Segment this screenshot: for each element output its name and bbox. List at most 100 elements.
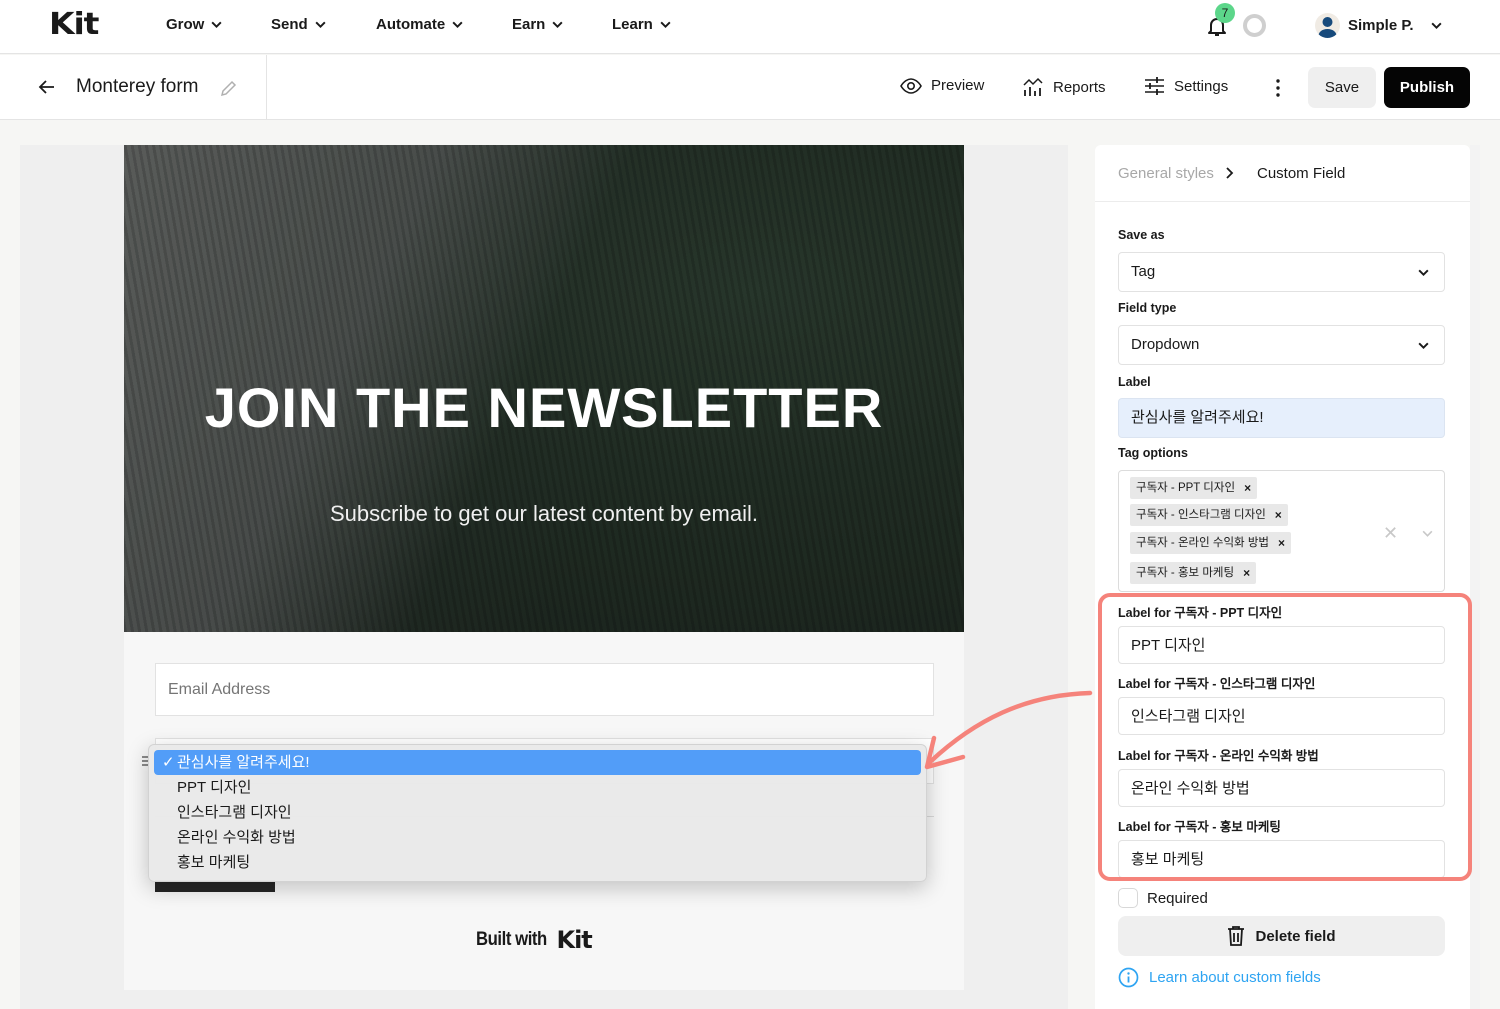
settings-button[interactable]: Settings [1144, 77, 1228, 95]
chevron-down-icon [315, 21, 326, 29]
pencil-icon[interactable] [218, 79, 238, 99]
nav-label: Send [271, 16, 308, 33]
reports-label: Reports [1053, 78, 1106, 96]
option-label-input[interactable]: 인스타그램 디자인 [1118, 697, 1445, 735]
built-with-kit-badge[interactable]: Built with Kit [476, 926, 593, 954]
panel-scrollbar[interactable] [1470, 145, 1480, 1009]
breadcrumb-general-styles[interactable]: General styles [1118, 165, 1214, 182]
field-type-select[interactable]: Dropdown [1118, 325, 1445, 365]
dropdown-option-selected[interactable]: ✓ 관심사를 알려주세요! [154, 750, 921, 775]
built-with-text: Built with [476, 929, 547, 950]
nav-send[interactable]: Send [271, 16, 327, 33]
hero-headline[interactable]: JOIN THE NEWSLETTER [124, 375, 964, 440]
remove-tag-icon[interactable]: × [1275, 504, 1282, 526]
select-value: Tag [1131, 263, 1156, 280]
option-label-input[interactable]: 온라인 수익화 방법 [1118, 769, 1445, 807]
checkmark-icon: ✓ [162, 754, 175, 771]
dropdown-option[interactable]: PPT 디자인 [154, 775, 921, 800]
tag-chip: 구독자 - PPT 디자인 × [1130, 477, 1258, 499]
label-field-label: Label [1118, 375, 1151, 389]
chevron-down-icon [1418, 342, 1429, 350]
tag-chip: 구독자 - 홍보 마케팅 × [1130, 562, 1257, 584]
nav-learn[interactable]: Learn [612, 16, 672, 33]
tag-chip: 구독자 - 온라인 수익화 방법 × [1130, 532, 1292, 554]
chevron-right-icon [1226, 167, 1234, 179]
email-input[interactable] [155, 663, 934, 716]
dropdown-option[interactable]: 온라인 수익화 방법 [154, 825, 921, 850]
reports-chart-icon [1023, 77, 1043, 96]
save-as-select[interactable]: Tag [1118, 252, 1445, 292]
remove-tag-icon[interactable]: × [1244, 477, 1251, 499]
hero-subheadline[interactable]: Subscribe to get our latest content by e… [124, 501, 964, 527]
checkbox[interactable] [1118, 888, 1138, 908]
tag-label: 구독자 - PPT 디자인 [1136, 482, 1236, 494]
remove-tag-icon[interactable]: × [1243, 562, 1250, 584]
option-label-input[interactable]: 홍보 마케팅 [1118, 840, 1445, 878]
nav-label: Learn [612, 16, 653, 33]
nav-earn[interactable]: Earn [512, 16, 564, 33]
avatar [1315, 13, 1340, 38]
required-label: Required [1147, 889, 1208, 907]
nav-label: Earn [512, 16, 546, 33]
kit-logo[interactable]: Kit [49, 10, 99, 40]
option-label-input[interactable]: PPT 디자인 [1118, 626, 1445, 664]
nav-automate[interactable]: Automate [376, 16, 464, 33]
learn-custom-fields-link[interactable]: Learn about custom fields [1118, 967, 1321, 988]
info-icon [1118, 967, 1139, 988]
required-checkbox[interactable]: Required [1118, 888, 1208, 908]
chevron-down-icon [1418, 269, 1429, 277]
breadcrumb: General styles Custom Field [1095, 145, 1470, 202]
chevron-down-icon[interactable] [1421, 527, 1434, 540]
chevron-down-icon [452, 21, 463, 29]
dropdown-options-menu: ✓ 관심사를 알려주세요! PPT 디자인 인스타그램 디자인 온라인 수익화 방… [148, 744, 927, 882]
publish-button[interactable]: Publish [1384, 67, 1470, 108]
tag-options-multiselect[interactable]: 구독자 - PPT 디자인 × 구독자 - 인스타그램 디자인 × 구독자 - … [1118, 470, 1445, 592]
preview-button[interactable]: Preview [900, 77, 984, 94]
dropdown-option[interactable]: 홍보 마케팅 [154, 850, 921, 875]
notification-badge: 7 [1215, 3, 1235, 23]
tag-label: 구독자 - 홍보 마케팅 [1136, 567, 1235, 579]
option-label-title: Label for 구독자 - 온라인 수익화 방법 [1118, 749, 1319, 763]
divider [266, 55, 267, 120]
dropdown-option[interactable]: 인스타그램 디자인 [154, 800, 921, 825]
delete-field-button[interactable]: Delete field [1118, 916, 1445, 956]
user-name: Simple P. [1348, 17, 1414, 34]
trash-icon [1228, 926, 1245, 946]
user-menu[interactable]: Simple P. [1315, 13, 1443, 38]
back-arrow-icon[interactable] [37, 77, 57, 97]
nav-grow[interactable]: Grow [166, 16, 223, 33]
sliders-icon [1145, 77, 1164, 95]
top-navigation: Kit Grow Send Automate Earn Learn 7 Simp… [0, 0, 1500, 54]
option-label-title: Label for 구독자 - 홍보 마케팅 [1118, 820, 1281, 834]
option-label-title: Label for 구독자 - PPT 디자인 [1118, 606, 1283, 620]
kit-logo: Kit [556, 926, 592, 954]
form-title[interactable]: Monterey form [76, 76, 198, 98]
clear-all-icon[interactable]: ✕ [1383, 523, 1398, 544]
chevron-down-icon [552, 21, 563, 29]
learn-link-text: Learn about custom fields [1149, 969, 1321, 986]
reports-button[interactable]: Reports [1022, 77, 1106, 97]
loading-ring-icon [1243, 14, 1266, 37]
nav-label: Automate [376, 16, 446, 33]
field-type-label: Field type [1118, 301, 1177, 315]
eye-icon [900, 77, 922, 94]
save-button[interactable]: Save [1308, 67, 1376, 108]
save-as-label: Save as [1118, 228, 1165, 242]
option-label-title: Label for 구독자 - 인스타그램 디자인 [1118, 677, 1316, 691]
breadcrumb-current: Custom Field [1257, 165, 1346, 182]
option-label: 관심사를 알려주세요! [177, 754, 310, 771]
tag-options-label: Tag options [1118, 446, 1188, 460]
select-value: Dropdown [1131, 336, 1200, 353]
field-settings-panel: General styles Custom Field Save as Tag … [1095, 145, 1470, 1009]
label-input[interactable]: 관심사를 알려주세요! [1118, 398, 1445, 438]
chevron-down-icon [211, 21, 222, 29]
hero-image[interactable]: JOIN THE NEWSLETTER Subscribe to get our… [124, 145, 964, 632]
remove-tag-icon[interactable]: × [1278, 532, 1285, 554]
chevron-down-icon [660, 21, 671, 29]
more-options-icon[interactable] [1272, 77, 1284, 99]
tag-label: 구독자 - 인스타그램 디자인 [1136, 509, 1266, 521]
nav-label: Grow [166, 16, 205, 33]
editor-header: Monterey form Preview Reports Settings S… [0, 55, 1500, 120]
tag-chip: 구독자 - 인스타그램 디자인 × [1130, 504, 1288, 526]
preview-label: Preview [931, 77, 985, 94]
